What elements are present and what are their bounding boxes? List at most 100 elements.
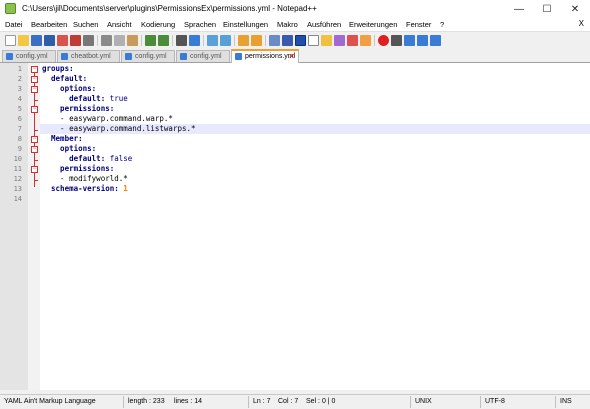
status-insert-mode[interactable]: INS <box>560 398 572 405</box>
close-document-button[interactable]: X <box>579 19 584 28</box>
toolbar-separator <box>234 35 235 46</box>
code-line: 2 default: <box>0 74 590 84</box>
function-list-icon[interactable] <box>334 35 345 46</box>
file-icon <box>180 53 187 60</box>
code-line: 14 <box>0 194 590 204</box>
print-icon[interactable] <box>83 35 94 46</box>
file-icon <box>6 53 13 60</box>
cut-icon[interactable] <box>101 35 112 46</box>
tab-cheatbot-yml[interactable]: cheatbot.yml <box>57 50 120 62</box>
close-file-icon[interactable] <box>57 35 68 46</box>
code-text: - easywarp.command.warp.* <box>42 114 173 123</box>
line-number: 11 <box>13 165 22 173</box>
menu-ausfuehren[interactable]: Ausführen <box>307 20 341 29</box>
line-number: 5 <box>17 105 22 113</box>
code-line: 11 permissions: <box>0 164 590 174</box>
status-encoding[interactable]: UTF-8 <box>485 398 505 405</box>
find-icon[interactable] <box>176 35 187 46</box>
code-line: 1 groups: <box>0 64 590 74</box>
menu-suchen[interactable]: Suchen <box>73 20 98 29</box>
paste-icon[interactable] <box>127 35 138 46</box>
code-text: - easywarp.command.listwarps.* <box>42 124 196 133</box>
show-all-characters-icon[interactable] <box>282 35 293 46</box>
folder-as-workspace-icon[interactable] <box>347 35 358 46</box>
editor[interactable]: − − − − − − − 1 groups: 2 default: 3 opt… <box>0 63 590 390</box>
toolbar-separator <box>172 35 173 46</box>
line-number: 3 <box>17 85 22 93</box>
record-macro-icon[interactable] <box>378 35 389 46</box>
save-macro-icon[interactable] <box>430 35 441 46</box>
code-text: options: <box>42 144 97 153</box>
status-separator <box>480 396 481 408</box>
play-macro-icon[interactable] <box>404 35 415 46</box>
code-text: default: <box>42 74 88 83</box>
menu-help[interactable]: ? <box>440 20 444 29</box>
code-line: 9 options: <box>0 144 590 154</box>
minimize-button[interactable]: — <box>505 0 533 18</box>
sync-scroll-vertical-icon[interactable] <box>238 35 249 46</box>
zoom-in-icon[interactable] <box>207 35 218 46</box>
run-macro-multiple-icon[interactable] <box>417 35 428 46</box>
code-line: 13 schema-version: 1 <box>0 184 590 194</box>
undo-icon[interactable] <box>145 35 156 46</box>
close-tab-icon[interactable]: ✕ <box>288 51 295 62</box>
toolbar-separator <box>203 35 204 46</box>
menu-bearbeiten[interactable]: Bearbeiten <box>31 20 67 29</box>
toolbar-separator <box>265 35 266 46</box>
menu-fenster[interactable]: Fenster <box>406 20 431 29</box>
document-map-icon[interactable] <box>321 35 332 46</box>
close-button[interactable]: ✕ <box>561 0 589 18</box>
line-number: 6 <box>17 115 22 123</box>
code-text: Member: <box>42 134 83 143</box>
tab-permissions-yml[interactable]: permissions.yml ✕ <box>231 49 299 63</box>
status-lines: lines : 14 <box>174 398 203 405</box>
menu-ansicht[interactable]: Ansicht <box>107 20 132 29</box>
line-number: 13 <box>13 185 22 193</box>
close-all-icon[interactable] <box>70 35 81 46</box>
status-separator <box>555 396 556 408</box>
status-separator <box>248 396 249 408</box>
copy-icon[interactable] <box>114 35 125 46</box>
replace-icon[interactable] <box>189 35 200 46</box>
status-bar: YAML Ain't Markup Language length : 233 … <box>0 394 590 409</box>
open-file-icon[interactable] <box>18 35 29 46</box>
code-text: - modifyworld.* <box>42 174 128 183</box>
monitoring-icon[interactable] <box>360 35 371 46</box>
status-separator <box>410 396 411 408</box>
tab-config-yml-1[interactable]: config.yml <box>2 50 56 62</box>
numeric-value: 1 <box>123 184 128 193</box>
new-file-icon[interactable] <box>5 35 16 46</box>
code-line-current: 7 - easywarp.command.listwarps.* <box>0 124 590 134</box>
toolbar-separator <box>374 35 375 46</box>
toolbar-separator <box>141 35 142 46</box>
code-line: 5 permissions: <box>0 104 590 114</box>
zoom-out-icon[interactable] <box>220 35 231 46</box>
code-line: 4 default: true <box>0 94 590 104</box>
maximize-button[interactable]: ☐ <box>533 0 561 18</box>
stop-macro-icon[interactable] <box>391 35 402 46</box>
indent-guide-icon[interactable] <box>295 35 306 46</box>
menu-erweiterungen[interactable]: Erweiterungen <box>349 20 397 29</box>
menu-einstellungen[interactable]: Einstellungen <box>223 20 268 29</box>
tab-config-yml-3[interactable]: config.yml <box>176 50 230 62</box>
sync-scroll-horizontal-icon[interactable] <box>251 35 262 46</box>
status-line-number: Ln : 7 <box>253 398 271 405</box>
menu-kodierung[interactable]: Kodierung <box>141 20 175 29</box>
line-number: 1 <box>17 65 22 73</box>
menu-sprachen[interactable]: Sprachen <box>184 20 216 29</box>
code-line: 10 default: false <box>0 154 590 164</box>
save-all-icon[interactable] <box>44 35 55 46</box>
redo-icon[interactable] <box>158 35 169 46</box>
status-eol[interactable]: UNIX <box>415 398 432 405</box>
word-wrap-icon[interactable] <box>269 35 280 46</box>
user-defined-language-icon[interactable] <box>308 35 319 46</box>
save-icon[interactable] <box>31 35 42 46</box>
code-text: permissions: <box>42 104 115 113</box>
line-number: 12 <box>13 175 22 183</box>
menu-makro[interactable]: Makro <box>277 20 298 29</box>
menu-datei[interactable]: Datei <box>5 20 23 29</box>
tab-config-yml-2[interactable]: config.yml <box>121 50 175 62</box>
code-text: default: true <box>42 94 128 103</box>
notepad-plus-plus-icon <box>5 3 16 14</box>
title-bar: C:\Users\jil\Documents\server\plugins\Pe… <box>0 0 590 18</box>
